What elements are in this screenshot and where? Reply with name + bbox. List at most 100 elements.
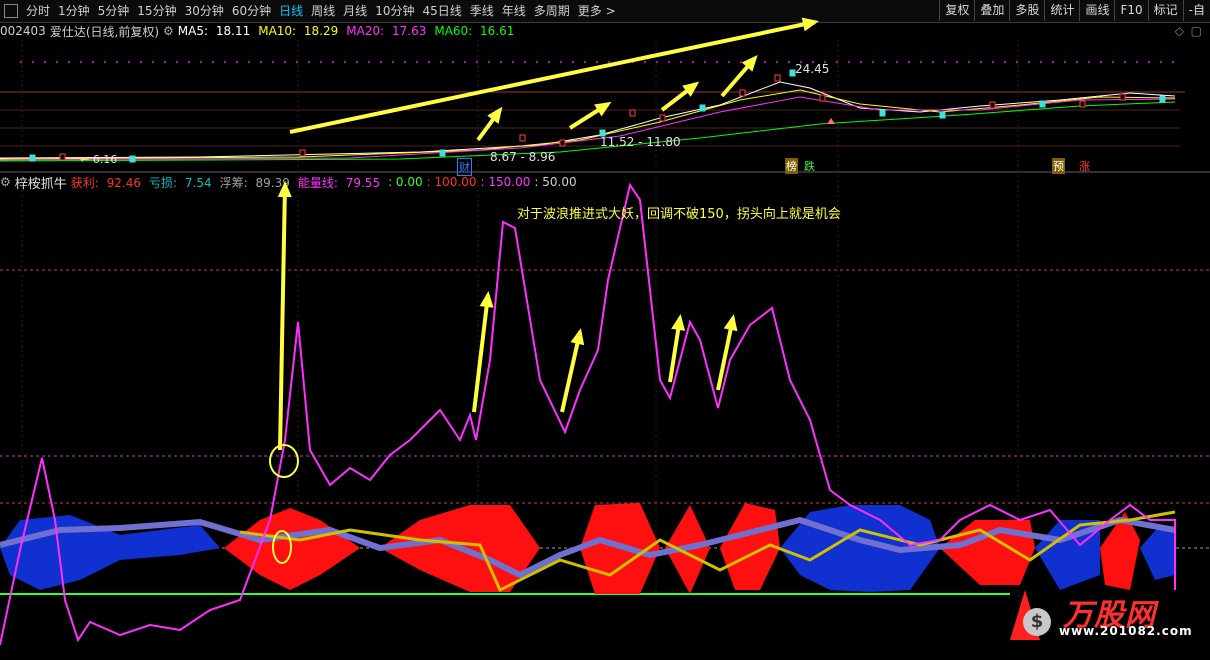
price-dot-marker bbox=[320, 61, 322, 63]
price-dot-marker bbox=[788, 61, 790, 63]
price-dot-marker bbox=[236, 61, 238, 63]
tag-bang[interactable]: 榜 bbox=[785, 158, 798, 174]
price-dot-marker bbox=[740, 61, 742, 63]
price-dot-marker bbox=[1076, 61, 1078, 63]
price-dot-marker bbox=[992, 61, 994, 63]
price-dot-marker bbox=[188, 61, 190, 63]
price-dot-marker bbox=[1028, 61, 1030, 63]
price-dot-marker bbox=[776, 61, 778, 63]
price-dot-marker bbox=[140, 61, 142, 63]
price-dot-marker bbox=[356, 61, 358, 63]
price-dot-marker bbox=[680, 61, 682, 63]
price-dot-marker bbox=[1148, 61, 1150, 63]
price-candle bbox=[439, 149, 446, 157]
price-dot-marker bbox=[260, 61, 262, 63]
price-dot-marker bbox=[764, 61, 766, 63]
price-dot-marker bbox=[200, 61, 202, 63]
price-dot-marker bbox=[80, 61, 82, 63]
price-dot-marker bbox=[512, 61, 514, 63]
price-dot-marker bbox=[644, 61, 646, 63]
price-candle bbox=[774, 74, 781, 82]
price-dot-marker bbox=[1172, 61, 1174, 63]
low-price-label: ← 6.16 bbox=[80, 153, 118, 166]
triangle-marker bbox=[827, 118, 835, 124]
high-price-label: 24.45 bbox=[795, 62, 830, 76]
price-dot-marker bbox=[944, 61, 946, 63]
price-dot-marker bbox=[896, 61, 898, 63]
price-dot-marker bbox=[224, 61, 226, 63]
profit-band bbox=[224, 508, 360, 590]
chart-canvas[interactable] bbox=[0, 0, 1210, 660]
price-dot-marker bbox=[908, 61, 910, 63]
price-dot-marker bbox=[536, 61, 538, 63]
price-candle bbox=[299, 149, 306, 157]
profit-band bbox=[940, 520, 1035, 585]
price-dot-marker bbox=[56, 61, 58, 63]
price-dot-marker bbox=[980, 61, 982, 63]
price-dot-marker bbox=[1160, 61, 1162, 63]
price-dot-marker bbox=[176, 61, 178, 63]
price-dot-marker bbox=[344, 61, 346, 63]
price-dot-marker bbox=[116, 61, 118, 63]
price-candle bbox=[29, 154, 36, 162]
price-dot-marker bbox=[1112, 61, 1114, 63]
price-candle bbox=[129, 155, 136, 163]
signal-arrow bbox=[278, 184, 287, 451]
signal-arrow-head bbox=[479, 291, 494, 308]
trend-arrow-head bbox=[801, 17, 819, 32]
price-dot-marker bbox=[128, 61, 130, 63]
price-dot-marker bbox=[572, 61, 574, 63]
price-dot-marker bbox=[92, 61, 94, 63]
price-candle bbox=[1119, 93, 1126, 101]
price-dot-marker bbox=[848, 61, 850, 63]
price-candle bbox=[939, 111, 946, 119]
price-dot-marker bbox=[380, 61, 382, 63]
price-candle bbox=[629, 109, 636, 117]
price-dot-marker bbox=[428, 61, 430, 63]
ma5-line bbox=[0, 81, 1176, 159]
price-candle bbox=[659, 114, 666, 122]
signal-arrow-head bbox=[723, 314, 738, 332]
price-dot-marker bbox=[284, 61, 286, 63]
tag-die[interactable]: 跌 bbox=[803, 158, 816, 174]
brand-url: www.201082.com bbox=[1059, 624, 1193, 638]
price-candle bbox=[879, 109, 886, 117]
price-candle bbox=[59, 153, 66, 161]
price-dot-marker bbox=[548, 61, 550, 63]
price-dot-marker bbox=[32, 61, 34, 63]
price-dot-marker bbox=[452, 61, 454, 63]
price-dot-marker bbox=[212, 61, 214, 63]
strategy-annotation: 对于波浪推进式大妖，回调不破150，拐头向上就是机会 bbox=[517, 207, 841, 222]
price-dot-marker bbox=[1136, 61, 1138, 63]
price-dot-marker bbox=[44, 61, 46, 63]
price-candle bbox=[1039, 100, 1046, 108]
price-dot-marker bbox=[308, 61, 310, 63]
price-candle bbox=[819, 94, 826, 102]
loss-band bbox=[1140, 525, 1175, 580]
price-dot-marker bbox=[872, 61, 874, 63]
tag-cai[interactable]: 财 bbox=[457, 158, 472, 176]
price-dot-marker bbox=[500, 61, 502, 63]
signal-arrow bbox=[472, 294, 490, 413]
price-dot-marker bbox=[860, 61, 862, 63]
price-candle bbox=[559, 139, 566, 147]
price-dot-marker bbox=[968, 61, 970, 63]
price-dot-marker bbox=[1100, 61, 1102, 63]
price-dot-marker bbox=[932, 61, 934, 63]
price-candle bbox=[699, 104, 706, 112]
price-dot-marker bbox=[560, 61, 562, 63]
price-dot-marker bbox=[920, 61, 922, 63]
price-dot-marker bbox=[1052, 61, 1054, 63]
tag-zhang[interactable]: 涨 bbox=[1078, 158, 1091, 174]
price-candle bbox=[1159, 95, 1166, 103]
range-label-1: 11.52 - 11.80 bbox=[600, 135, 681, 149]
signal-arrow-head bbox=[671, 314, 686, 331]
price-dot-marker bbox=[1088, 61, 1090, 63]
price-dot-marker bbox=[440, 61, 442, 63]
tag-yu[interactable]: 预 bbox=[1052, 158, 1065, 174]
price-dot-marker bbox=[416, 61, 418, 63]
price-dot-marker bbox=[716, 61, 718, 63]
price-dot-marker bbox=[152, 61, 154, 63]
price-dot-marker bbox=[248, 61, 250, 63]
price-candle bbox=[1079, 100, 1086, 108]
